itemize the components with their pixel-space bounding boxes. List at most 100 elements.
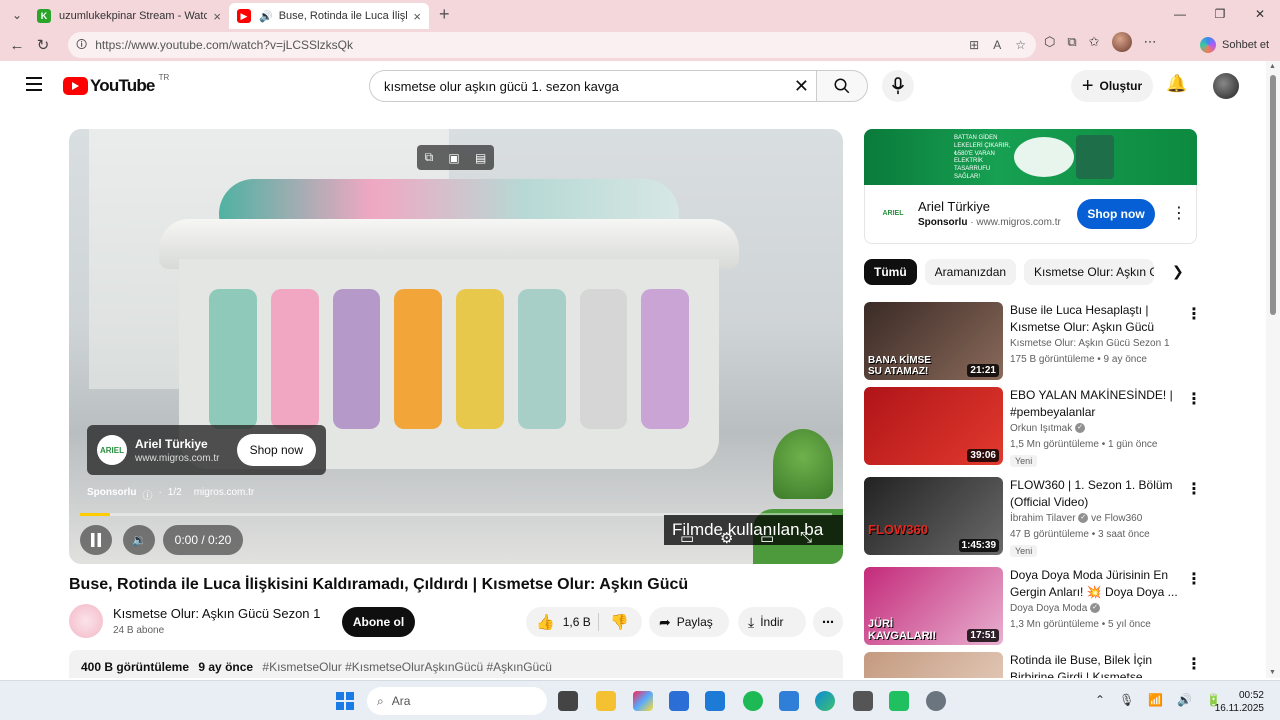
- todo-icon[interactable]: [779, 691, 799, 711]
- scroll-down-arrow-icon[interactable]: ▼: [1269, 669, 1276, 676]
- video-thumbnail[interactable]: [864, 652, 1003, 678]
- refresh-icon[interactable]: ↻: [30, 36, 56, 54]
- youtube-logo[interactable]: YouTube TR: [63, 73, 169, 96]
- favorites-icon[interactable]: ✩: [1089, 34, 1100, 50]
- chip-channel[interactable]: Kısmetse Olur: Aşkın Gü: [1024, 259, 1155, 285]
- more-actions-button[interactable]: ⋯: [813, 607, 843, 637]
- chevron-right-icon[interactable]: ❯: [1172, 263, 1184, 280]
- shop-now-button[interactable]: Shop now: [1077, 199, 1155, 229]
- page-scrollbar[interactable]: ▲ ▼: [1266, 61, 1280, 678]
- theater-mode-icon[interactable]: ▭: [760, 529, 774, 547]
- copilot-app-icon[interactable]: [633, 691, 653, 711]
- address-bar[interactable]: 🛈 https://www.youtube.com/watch?v=jLCSSl…: [68, 32, 1036, 58]
- share-button[interactable]: ➦ Paylaş: [649, 607, 729, 637]
- close-tab-icon[interactable]: ×: [213, 9, 221, 24]
- windows-start-icon[interactable]: [335, 691, 355, 711]
- channel-name[interactable]: Kısmetse Olur: Aşkın Gücü Sezon 1: [113, 606, 320, 621]
- settings-gear-icon[interactable]: ⚙: [720, 529, 733, 547]
- app-icon-green[interactable]: [889, 691, 909, 711]
- video-thumbnail[interactable]: BANA KİMSE SU ATAMAZ! 21:21: [864, 302, 1003, 380]
- video-thumbnail[interactable]: 39:06: [864, 387, 1003, 465]
- settings-icon[interactable]: [926, 691, 946, 711]
- profile-avatar[interactable]: [1111, 32, 1132, 52]
- subscribe-button[interactable]: Abone ol: [342, 607, 415, 637]
- ad-site-link[interactable]: migros.com.tr: [194, 487, 255, 502]
- voice-search-button[interactable]: [882, 70, 914, 102]
- more-vertical-icon[interactable]: ⋮: [1186, 569, 1202, 589]
- recommendation-item[interactable]: BANA KİMSE SU ATAMAZ! 21:21 Buse ile Luc…: [864, 302, 1202, 382]
- tab-actions-menu[interactable]: ⌄: [5, 4, 29, 26]
- recommendation-channel[interactable]: Orkun Işıtmak ✓: [1010, 423, 1086, 434]
- ad-banner[interactable]: BATTAN GİDEN LEKELERİ ÇIKARIR, ₺580'E VA…: [864, 129, 1197, 185]
- more-options-icon[interactable]: ⋯: [1144, 34, 1157, 50]
- ad-sponsor-card[interactable]: ARIEL Ariel Türkiye www.migros.com.tr Sh…: [87, 425, 326, 475]
- description-box[interactable]: 400 B görüntüleme 9 ay önce #KısmetseOlu…: [69, 650, 843, 678]
- dislike-icon[interactable]: 👎: [610, 613, 629, 631]
- recommendation-channel[interactable]: Doya Doya Moda ✓: [1010, 603, 1101, 614]
- file-explorer-icon[interactable]: [596, 691, 616, 711]
- subtitles-icon[interactable]: ▭: [680, 529, 694, 547]
- video-player[interactable]: ⧉ ▣ ▤ ARIEL Ariel Türkiye www.migros.com…: [69, 129, 843, 564]
- search-input[interactable]: kısmetse olur aşkın gücü 1. sezon kavga …: [369, 70, 817, 102]
- site-info-icon[interactable]: 🛈: [76, 36, 87, 55]
- more-vertical-icon[interactable]: ⋮: [1186, 304, 1202, 324]
- account-avatar[interactable]: [1213, 73, 1239, 99]
- video-thumbnail[interactable]: FLOW360 1:45:39: [864, 477, 1003, 555]
- more-vertical-icon[interactable]: ⋮: [1171, 203, 1187, 223]
- chevron-up-icon[interactable]: ⌃: [1095, 693, 1105, 707]
- recommendation-item[interactable]: Rotinda ile Buse, Bilek İçin Birbirine G…: [864, 652, 1200, 678]
- recommendation-title[interactable]: Doya Doya Moda Jürisinin En Gergin Anlar…: [1010, 567, 1180, 601]
- hashtags[interactable]: #KısmetseOlur #KısmetseOlurAşkınGücü #Aş…: [262, 660, 551, 674]
- app-icon[interactable]: [853, 691, 873, 711]
- miniplayer-icon[interactable]: ⧉: [425, 150, 434, 165]
- fullscreen-icon[interactable]: ⤡: [800, 529, 812, 546]
- recommendation-item[interactable]: FLOW360 1:45:39 FLOW360 | 1. Sezon 1. Bö…: [864, 477, 1202, 557]
- tab-stream[interactable]: K uzumlukekpinar Stream - Watch l ×: [29, 3, 229, 29]
- microphone-icon[interactable]: 🎙: [1119, 693, 1134, 707]
- app-available-icon[interactable]: ⊞: [969, 38, 979, 52]
- read-aloud-icon[interactable]: A: [993, 38, 1001, 52]
- tab-youtube[interactable]: ▶ 🔊 Buse, Rotinda ile Luca İlişkisi ×: [229, 3, 429, 29]
- recommendation-title[interactable]: Buse ile Luca Hesaplaştı | Kısmetse Olur…: [1010, 302, 1180, 336]
- new-tab-button[interactable]: +: [439, 4, 450, 25]
- speaker-icon[interactable]: 🔊: [259, 10, 273, 23]
- recommendation-item[interactable]: 39:06 EBO YALAN MAKİNESİNDE! | #pembeyal…: [864, 387, 1202, 467]
- volume-icon[interactable]: 🔊: [1177, 693, 1192, 707]
- scrollbar-thumb[interactable]: [1270, 75, 1276, 315]
- scroll-up-arrow-icon[interactable]: ▲: [1269, 63, 1276, 70]
- favorite-star-icon[interactable]: ☆: [1015, 38, 1026, 52]
- notes-icon[interactable]: ▤: [475, 151, 486, 165]
- shop-now-button[interactable]: Shop now: [236, 434, 316, 466]
- minimize-icon[interactable]: —: [1160, 0, 1200, 29]
- teams-icon[interactable]: [705, 691, 725, 711]
- edge-icon[interactable]: [815, 691, 835, 711]
- channel-avatar[interactable]: [69, 604, 103, 638]
- ad-advertiser-name[interactable]: Ariel Türkiye: [918, 199, 990, 214]
- back-icon[interactable]: ←: [4, 37, 30, 54]
- search-button[interactable]: [816, 70, 868, 102]
- extensions-icon[interactable]: ⬡: [1044, 34, 1055, 50]
- like-icon[interactable]: 👍: [536, 613, 555, 631]
- copilot-button[interactable]: Sohbet et: [1200, 37, 1269, 53]
- menu-icon[interactable]: [26, 77, 42, 91]
- recommendation-channel[interactable]: İbrahim Tilaver ✓ ve Flow360: [1010, 513, 1142, 524]
- clock[interactable]: 00:52 16.11.2025: [1206, 689, 1264, 715]
- recommendation-title[interactable]: FLOW360 | 1. Sezon 1. Bölüm (Official Vi…: [1010, 477, 1180, 511]
- close-window-icon[interactable]: ✕: [1240, 0, 1280, 29]
- spotify-icon[interactable]: [743, 691, 763, 711]
- more-vertical-icon[interactable]: ⋮: [1186, 654, 1200, 674]
- create-button[interactable]: + Oluştur: [1071, 70, 1153, 102]
- split-screen-icon[interactable]: ⧉: [1067, 34, 1076, 50]
- more-vertical-icon[interactable]: ⋮: [1186, 389, 1202, 409]
- chip-all[interactable]: Tümü: [864, 259, 917, 285]
- maximize-icon[interactable]: ❐: [1200, 0, 1240, 29]
- task-view-icon[interactable]: [558, 691, 578, 711]
- like-count[interactable]: 1,6 B: [563, 615, 591, 629]
- pause-button[interactable]: [80, 525, 112, 555]
- more-vertical-icon[interactable]: ⋮: [1186, 479, 1202, 499]
- ad-info-icon[interactable]: ⓘ: [142, 487, 152, 502]
- pip-icon[interactable]: ▣: [448, 151, 459, 165]
- notifications-bell-icon[interactable]: 🔔: [1166, 74, 1187, 94]
- chip-from-search[interactable]: Aramanızdan: [924, 259, 1017, 285]
- recommendation-item[interactable]: JÜRİ KAVGALARI! 17:51 Doya Doya Moda Jür…: [864, 567, 1202, 647]
